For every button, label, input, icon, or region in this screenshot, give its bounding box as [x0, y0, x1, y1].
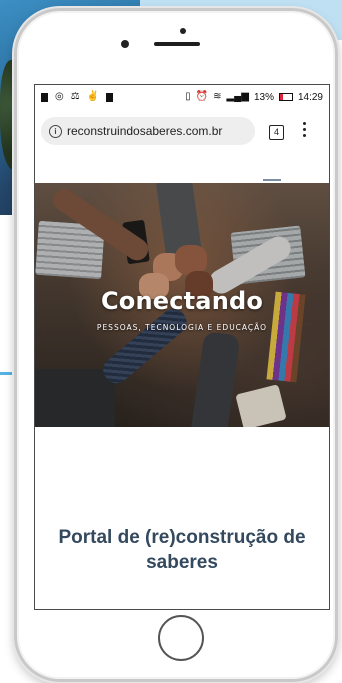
home-button[interactable]	[158, 615, 204, 661]
signal-icon: ▂▄▆	[226, 91, 249, 102]
speaker-grille	[154, 42, 200, 46]
sensor-icon	[121, 40, 129, 48]
notification-icon	[41, 92, 48, 102]
status-bar: ◎ ⚖ ✌ ▯ ⏰ ≋ ▂▄▆ 13% 14:29	[35, 85, 329, 109]
site-header	[35, 153, 329, 183]
status-bar-notifications: ◎ ⚖ ✌	[41, 91, 114, 102]
battery-icon	[278, 93, 293, 101]
battery-percent: 13%	[253, 91, 274, 103]
tabs-icon[interactable]: 4	[269, 125, 284, 140]
clock: 14:29	[297, 91, 323, 103]
thumb-icon: ✌	[86, 91, 100, 102]
hamburger-menu-icon[interactable]	[263, 179, 281, 181]
alarm-icon: ⏰	[195, 91, 209, 102]
status-bar-system: ▯ ⏰ ≋ ▂▄▆ 13% 14:29	[185, 92, 323, 103]
hero-subtitle: PESSOAS, TECNOLOGIA E EDUCAÇÃO	[96, 323, 268, 332]
hero-banner: Conectando PESSOAS, TECNOLOGIA E EDUCAÇÃ…	[35, 183, 329, 427]
scale-icon: ⚖	[70, 91, 80, 102]
page-title: Portal de (re)construção de saberes	[58, 527, 306, 573]
front-camera-icon	[180, 28, 186, 34]
phone-screen: ◎ ⚖ ✌ ▯ ⏰ ≋ ▂▄▆ 13% 14:29 i reconstruind…	[34, 84, 330, 610]
url-bar[interactable]: i reconstruindosaberes.com.br	[41, 117, 255, 145]
instagram-icon: ◎	[55, 91, 64, 102]
wifi-icon: ≋	[213, 91, 222, 102]
url-text[interactable]: reconstruindosaberes.com.br	[67, 124, 222, 138]
more-vert-icon[interactable]	[303, 122, 307, 140]
info-icon[interactable]: i	[49, 124, 62, 138]
hero-title: Conectando	[100, 287, 264, 315]
file-icon	[106, 92, 114, 102]
browser-toolbar: i reconstruindosaberes.com.br 4	[35, 109, 329, 153]
vibrate-icon: ▯	[185, 91, 191, 102]
